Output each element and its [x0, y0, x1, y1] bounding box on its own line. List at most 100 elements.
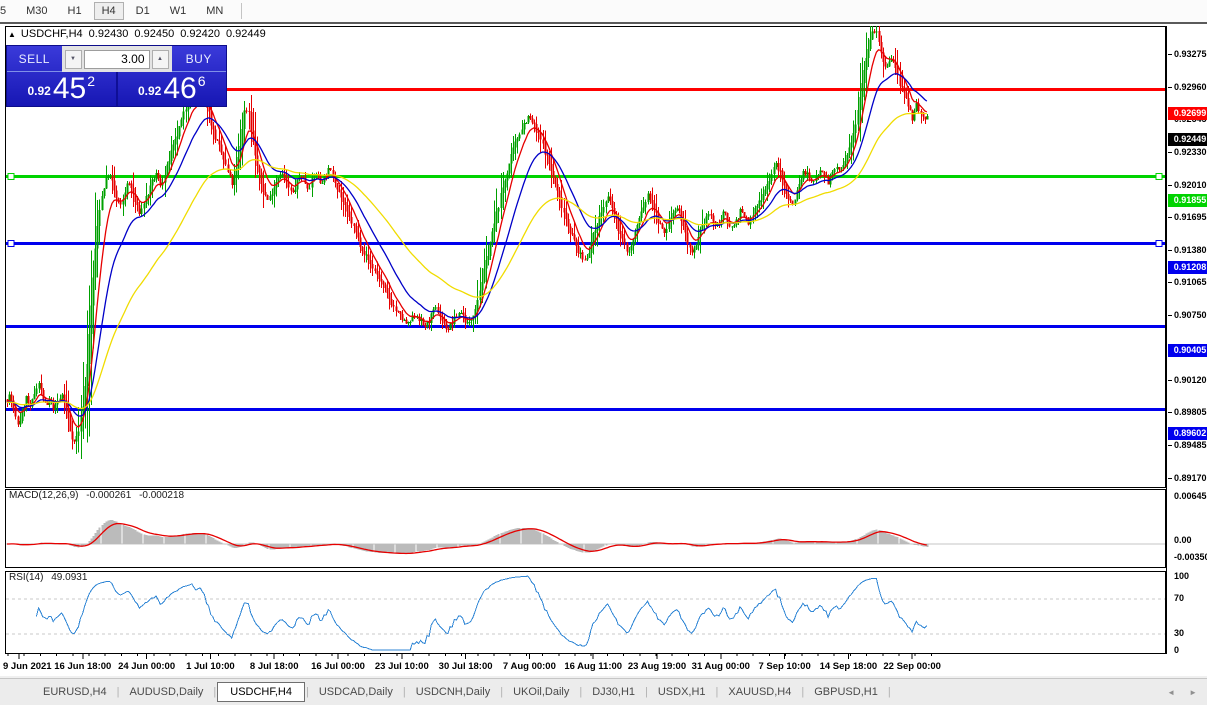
timeframe-button-m30[interactable]: M30 [18, 2, 55, 20]
buy-price-prefix: 0.92 [138, 84, 161, 98]
buy-price-big: 46 [163, 75, 196, 103]
time-axis-label: 1 Jul 10:00 [186, 661, 235, 672]
rsi-pane-canvas[interactable] [5, 571, 1166, 654]
time-axis-label: 23 Jul 10:00 [375, 661, 429, 672]
time-axis-label: 14 Sep 18:00 [820, 661, 878, 672]
tab-separator: | [716, 686, 719, 698]
macd-value-main: -0.000261 [86, 490, 131, 501]
sell-price-prefix: 0.92 [27, 84, 50, 98]
rsi-name: RSI(14) [9, 572, 43, 583]
price-tick-mark [1168, 87, 1172, 88]
mt4-window: { "toolbar": { "timeframes": ["5", "M30"… [0, 0, 1207, 705]
price-tick-mark [1168, 478, 1172, 479]
symbol-name: USDCHF,H4 [21, 28, 83, 40]
price-axis[interactable]: 0.932750.929600.926450.923300.920100.916… [1166, 26, 1207, 654]
buy-price-pip: 6 [198, 73, 206, 89]
rsi-axis-label: 70 [1174, 593, 1184, 603]
time-axis-label: 16 Jul 00:00 [311, 661, 365, 672]
time-axis-label: 31 Aug 00:00 [692, 661, 750, 672]
price-tick-label: 0.91380 [1174, 245, 1207, 255]
volume-decrease-button[interactable]: ▼ [65, 50, 82, 69]
timeframe-button-d1[interactable]: D1 [128, 2, 158, 20]
tab-scroll-arrows: ◄► [1167, 688, 1197, 697]
rsi-label: RSI(14) 49.0931 [9, 572, 92, 583]
macd-axis-label: -0.003507 [1174, 552, 1207, 562]
price-tick-mark [1168, 185, 1172, 186]
symbol-marker-icon: ▲ [8, 30, 16, 39]
time-axis-label: 23 Aug 19:00 [628, 661, 686, 672]
time-axis-label: 8 Jul 18:00 [250, 661, 299, 672]
price-badge: 0.92699 [1168, 107, 1207, 120]
bar-high: 0.92450 [134, 28, 174, 40]
symbol-header: ▲ USDCHF,H4 0.92430 0.92450 0.92420 0.92… [8, 28, 266, 40]
tabs-scroll-left-button[interactable]: ◄ [1167, 688, 1175, 697]
rsi-axis-label: 0 [1174, 645, 1179, 655]
price-badge: 0.91208 [1168, 261, 1207, 274]
rsi-value: 49.0931 [51, 572, 87, 583]
tab-gbpusd-h1[interactable]: GBPUSD,H1 [805, 682, 887, 702]
timeframe-button-5[interactable]: 5 [0, 2, 14, 20]
price-tick-label: 0.91065 [1174, 277, 1207, 287]
tab-separator: | [645, 686, 648, 698]
price-tick-mark [1168, 412, 1172, 413]
volume-increase-button[interactable]: ▲ [152, 50, 169, 69]
price-tick-label: 0.92010 [1174, 180, 1207, 190]
price-tick-label: 0.90750 [1174, 310, 1207, 320]
price-tick-mark [1168, 54, 1172, 55]
one-click-trading-panel: SELL ▼ ▲ BUY 0.92 45 2 0.92 46 6 [6, 45, 227, 107]
price-tick-mark [1168, 250, 1172, 251]
price-tick-mark [1168, 315, 1172, 316]
timeframe-button-h4[interactable]: H4 [94, 2, 124, 20]
tab-separator: | [306, 686, 309, 698]
macd-name: MACD(12,26,9) [9, 490, 78, 501]
buy-button[interactable]: BUY [172, 46, 227, 72]
price-badge: 0.89602 [1168, 427, 1207, 440]
bar-close: 0.92449 [226, 28, 266, 40]
tab-usdx-h1[interactable]: USDX,H1 [649, 682, 715, 702]
price-tick-mark [1168, 152, 1172, 153]
price-badge: 0.90405 [1168, 344, 1207, 357]
sell-button[interactable]: SELL [7, 46, 62, 72]
macd-label: MACD(12,26,9) -0.000261 -0.000218 [9, 490, 189, 501]
time-axis-label: 16 Jun 18:00 [54, 661, 111, 672]
tab-separator: | [801, 686, 804, 698]
tab-xauusd-h4[interactable]: XAUUSD,H4 [719, 682, 800, 702]
tab-ukoil-daily[interactable]: UKOil,Daily [504, 682, 578, 702]
timeframe-button-w1[interactable]: W1 [162, 2, 195, 20]
sell-price-display[interactable]: 0.92 45 2 [7, 72, 118, 106]
tab-usdcad-daily[interactable]: USDCAD,Daily [310, 682, 402, 702]
price-tick-label: 0.89805 [1174, 407, 1207, 417]
timeframe-button-h1[interactable]: H1 [60, 2, 90, 20]
time-axis-label: 16 Aug 11:00 [564, 661, 622, 672]
volume-input[interactable] [84, 50, 150, 69]
tab-dj30-h1[interactable]: DJ30,H1 [583, 682, 644, 702]
toolbar-divider [241, 3, 242, 19]
tab-usdcnh-daily[interactable]: USDCNH,Daily [407, 682, 500, 702]
price-tick-mark [1168, 445, 1172, 446]
tab-separator: | [403, 686, 406, 698]
price-tick-label: 0.90120 [1174, 375, 1207, 385]
sell-price-big: 45 [53, 75, 86, 103]
rsi-axis-label: 100 [1174, 571, 1189, 581]
time-axis-label: 30 Jul 18:00 [439, 661, 493, 672]
bar-open: 0.92430 [89, 28, 129, 40]
timeframe-button-mn[interactable]: MN [198, 2, 231, 20]
tab-separator: | [888, 686, 891, 698]
rsi-axis-label: 30 [1174, 628, 1184, 638]
buy-price-display[interactable]: 0.92 46 6 [118, 72, 227, 106]
time-axis-label: 22 Sep 00:00 [883, 661, 941, 672]
chart-window: ▲ USDCHF,H4 0.92430 0.92450 0.92420 0.92… [0, 24, 1207, 676]
tab-separator: | [579, 686, 582, 698]
time-axis-label: 24 Jun 00:00 [118, 661, 175, 672]
tab-eurusd-h4[interactable]: EURUSD,H4 [34, 682, 116, 702]
tab-separator: | [213, 686, 216, 698]
tab-audusd-daily[interactable]: AUDUSD,Daily [120, 682, 212, 702]
tab-usdchf-h4[interactable]: USDCHF,H4 [217, 682, 305, 702]
sell-price-pip: 2 [87, 73, 95, 89]
time-axis-label: 7 Sep 10:00 [758, 661, 810, 672]
price-badge: 0.91855 [1168, 194, 1207, 207]
price-tick-mark [1168, 380, 1172, 381]
price-tick-label: 0.91695 [1174, 212, 1207, 222]
price-badge: 0.92449 [1168, 133, 1207, 146]
tabs-scroll-right-button[interactable]: ► [1189, 688, 1197, 697]
